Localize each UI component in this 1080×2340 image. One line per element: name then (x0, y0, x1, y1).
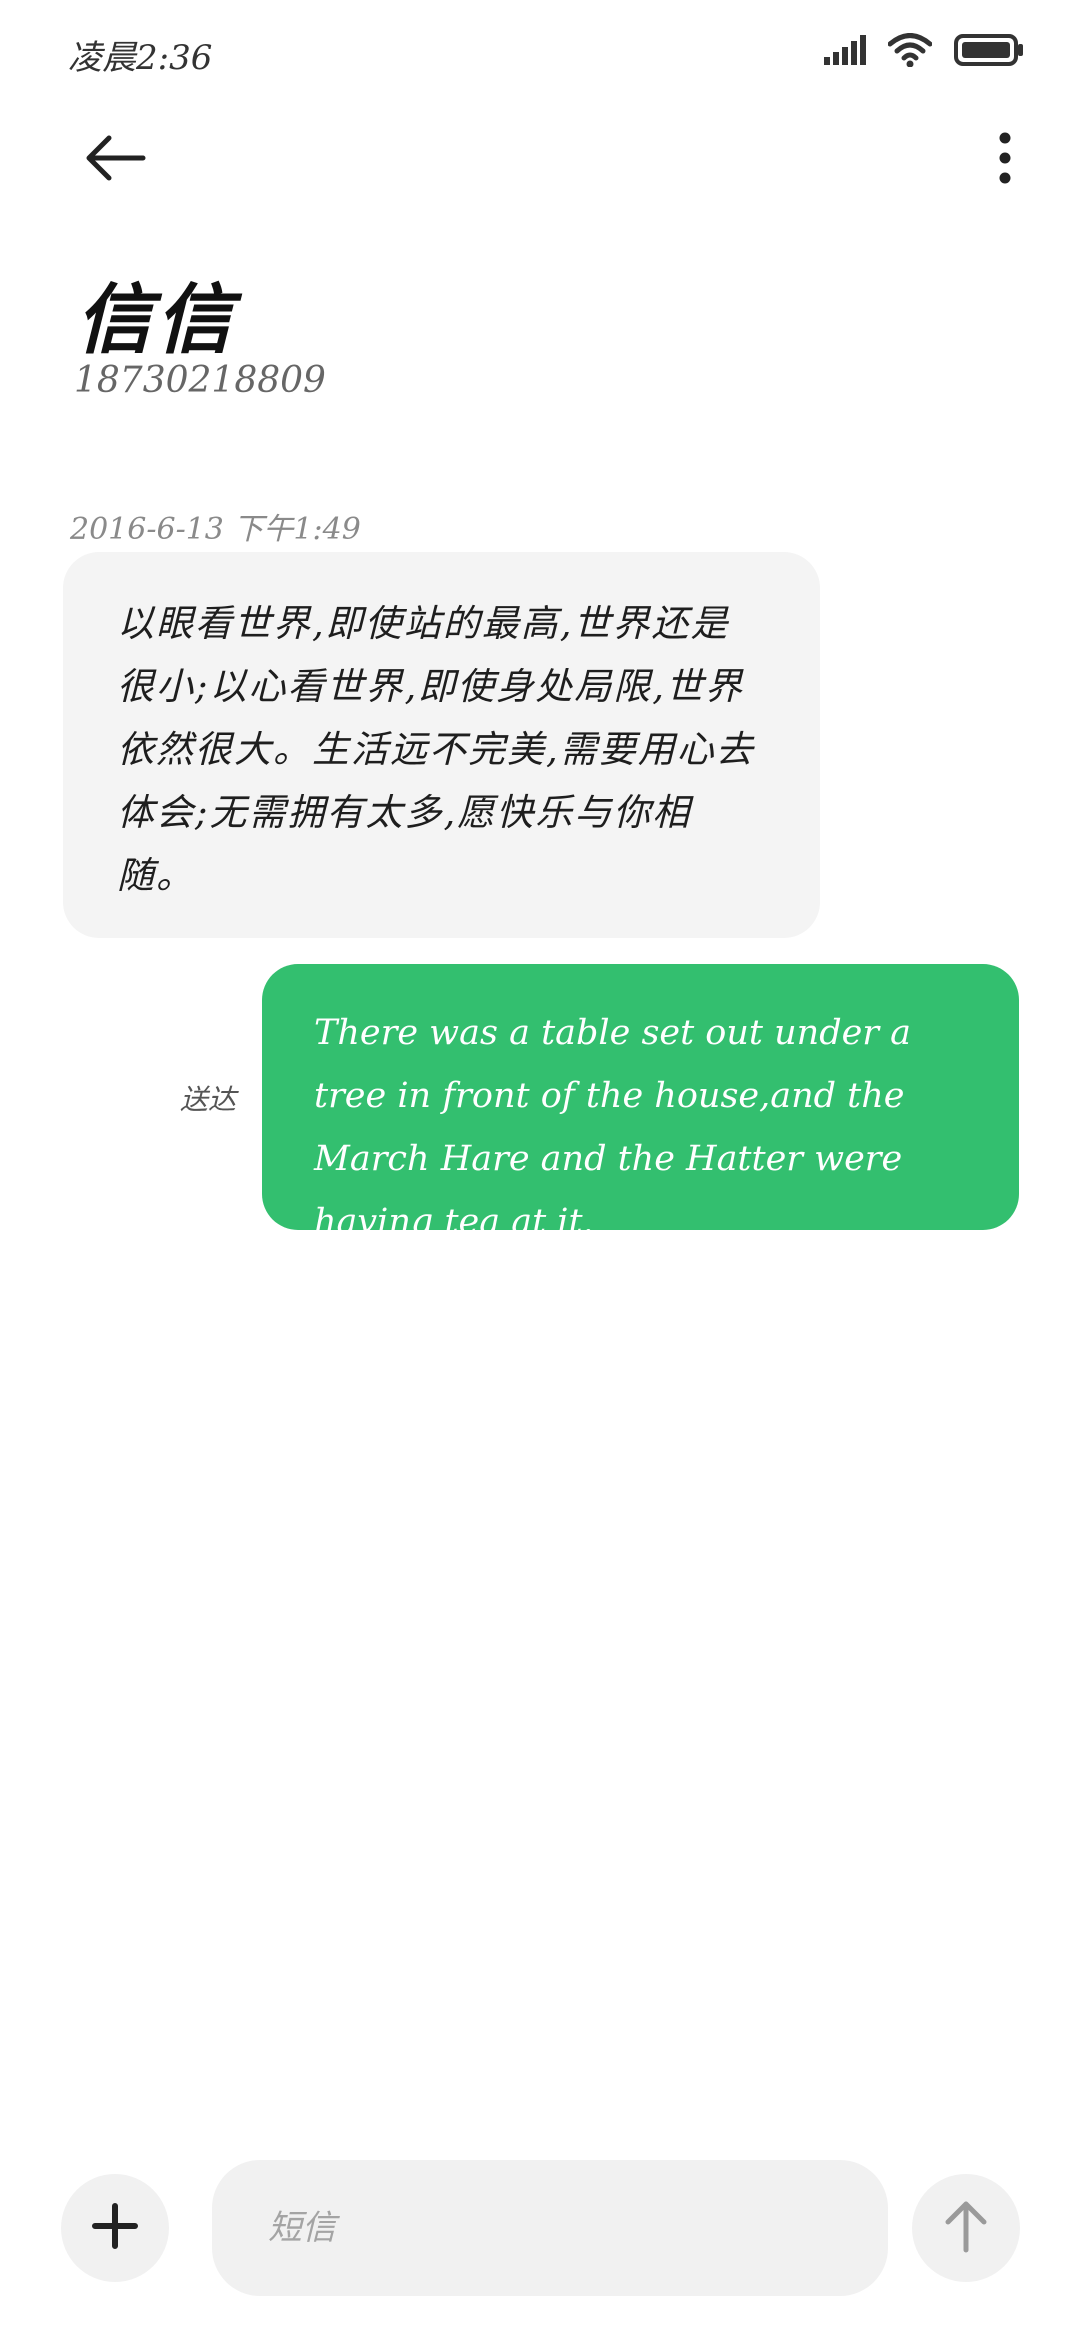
messaging-screen: 凌晨2:36 信信 18730218809 2016-6-13 下午1:49 以… (0, 0, 1080, 2340)
plus-icon (91, 2202, 139, 2255)
wifi-icon (887, 32, 933, 72)
send-arrow-up-icon (942, 2198, 990, 2259)
incoming-message-bubble[interactable]: 以眼看世界,即使站的最高,世界还是很小;以心看世界,即使身处局限,世界依然很大。… (63, 552, 820, 938)
outgoing-message-text: There was a table set out under a tree i… (314, 1013, 912, 1242)
send-button[interactable] (912, 2174, 1020, 2282)
message-timestamp: 2016-6-13 下午1:49 (70, 512, 361, 547)
back-button[interactable] (70, 125, 160, 195)
status-time: 凌晨2:36 (68, 38, 213, 78)
more-options-button[interactable] (970, 120, 1040, 200)
outgoing-message-bubble[interactable]: There was a table set out under a tree i… (262, 964, 1019, 1242)
delivery-status: 送达 (180, 1083, 237, 1116)
status-icons (824, 30, 1024, 74)
contact-phone-number: 18730218809 (74, 360, 326, 401)
top-app-bar (0, 110, 1080, 210)
more-vertical-icon (997, 132, 1013, 189)
signal-icon (824, 34, 866, 70)
battery-icon (954, 33, 1024, 72)
back-arrow-icon (83, 134, 147, 187)
contact-name: 信信 (76, 275, 236, 364)
attach-button[interactable] (61, 2174, 169, 2282)
incoming-message-text: 以眼看世界,即使站的最高,世界还是很小;以心看世界,即使身处局限,世界依然很大。… (117, 602, 755, 897)
status-bar: 凌晨2:36 (0, 0, 1080, 100)
message-input[interactable] (212, 2160, 888, 2296)
